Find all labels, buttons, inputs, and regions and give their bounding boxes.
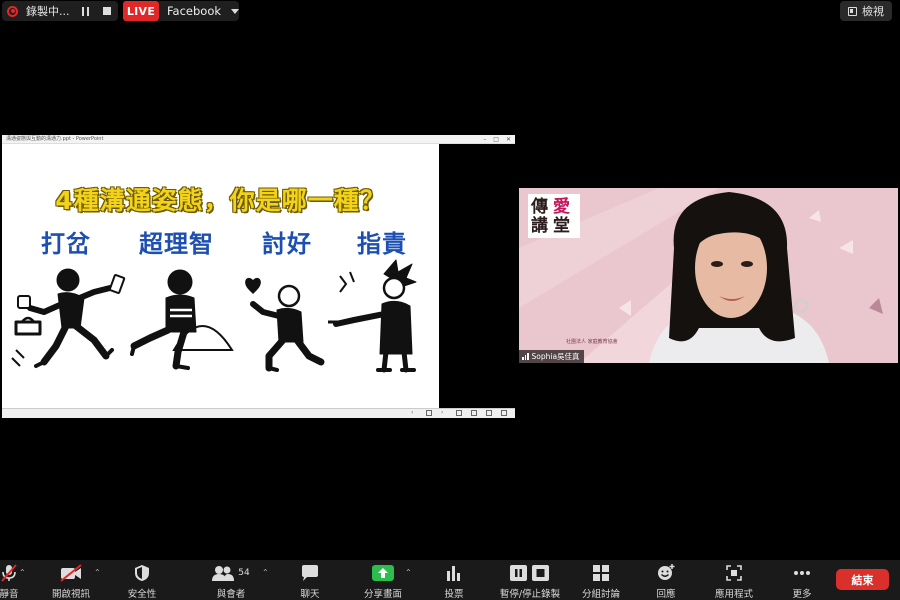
reading-view-icon — [486, 410, 492, 416]
share-screen-button[interactable]: 分享畫面 — [358, 560, 408, 600]
close-icon: ✕ — [505, 136, 511, 143]
mute-button[interactable]: 靜音 — [0, 560, 28, 600]
poll-icon — [446, 563, 462, 583]
style-label-interrupting: 打岔 — [41, 230, 91, 258]
participant-name-tag: Sophia吳佳真 — [519, 350, 584, 363]
slideshow-icon — [501, 410, 507, 416]
share-options-caret-icon[interactable]: ⌃ — [405, 568, 412, 577]
minimize-icon: – — [483, 136, 487, 143]
sorter-view-icon — [471, 410, 477, 416]
polls-button[interactable]: 投票 — [436, 560, 472, 600]
shared-screen: 溝通姿態與互動的溝通力.ppt - PowerPoint – □ ✕ 4種溝通姿… — [2, 135, 515, 418]
more-button[interactable]: 更多 — [784, 560, 820, 600]
pause-recording-icon[interactable] — [81, 6, 89, 16]
maximize-icon: □ — [493, 136, 499, 143]
shield-icon — [134, 563, 150, 583]
placating-figure-illustration — [245, 277, 325, 372]
live-badge: LIVE — [123, 1, 159, 21]
blaming-figure-illustration — [328, 259, 417, 373]
security-button[interactable]: 安全性 — [118, 560, 166, 600]
breakout-rooms-button[interactable]: 分組討論 — [576, 560, 626, 600]
video-options-caret-icon[interactable]: ⌃ — [94, 568, 101, 577]
chevron-down-icon — [231, 8, 240, 14]
chat-button[interactable]: 聊天 — [290, 560, 330, 600]
stream-target-label: Facebook — [167, 4, 222, 18]
distracting-figure-illustration — [11, 268, 126, 368]
reactions-button[interactable]: 回應 — [648, 560, 684, 600]
participant-name: Sophia吳佳真 — [531, 352, 580, 361]
powerpoint-titlebar: 溝通姿態與互動的溝通力.ppt - PowerPoint – □ ✕ — [2, 135, 515, 144]
svg-text:社團法人 家庭教育協會: 社團法人 家庭教育協會 — [566, 338, 618, 345]
stream-target-dropdown[interactable]: Facebook — [159, 1, 240, 21]
view-layout-icon — [848, 6, 857, 16]
participant-video-tile[interactable]: 社團法人 家庭教育協會 傳 愛 講 堂 Sophia吳佳真 — [519, 188, 898, 363]
slide-title: 4種溝通姿態，你是哪一種？ — [55, 186, 386, 215]
style-label-super-reasonable: 超理智 — [139, 230, 214, 258]
participants-options-caret-icon[interactable]: ⌃ — [262, 568, 269, 577]
participants-button[interactable]: 54 與會者 — [204, 560, 258, 600]
window-controls: – □ ✕ — [483, 135, 511, 144]
stop-recording-icon[interactable] — [102, 7, 111, 15]
recording-label: 錄製中... — [26, 5, 70, 18]
view-button-label: 檢視 — [862, 5, 884, 18]
share-screen-icon — [372, 563, 394, 583]
slide-view-icon — [426, 410, 432, 416]
pause-stop-recording-button[interactable]: 暫停/停止錄製 — [492, 560, 568, 600]
start-video-button[interactable]: 開啟視訊 — [45, 560, 97, 600]
end-meeting-button[interactable]: 結束 — [836, 569, 889, 590]
channel-logo: 傳 愛 講 堂 — [528, 194, 580, 238]
presentation-slide: 4種溝通姿態，你是哪一種？ 打岔 超理智 討好 指責 — [2, 144, 439, 408]
record-icon — [7, 5, 18, 17]
window-title: 溝通姿態與互動的溝通力.ppt - PowerPoint — [6, 136, 104, 142]
view-button[interactable]: 檢視 — [840, 1, 892, 21]
audio-options-caret-icon[interactable]: ⌃ — [19, 568, 26, 577]
meeting-toolbar: 靜音 ⌃ 開啟視訊 ⌃ 安全性 54 與會者 ⌃ 聊天 分享畫面 ⌃ 投票 暫停… — [0, 560, 900, 600]
next-slide-icon: › — [441, 409, 444, 416]
breakout-icon — [593, 563, 609, 583]
pause-stop-icon — [510, 563, 550, 583]
previous-slide-icon: ‹ — [411, 409, 414, 416]
recording-indicator: 錄製中... — [2, 1, 118, 21]
style-label-placating: 討好 — [262, 230, 312, 258]
participant-count: 54 — [238, 568, 250, 578]
powerpoint-statusbar: ‹ › — [2, 408, 515, 418]
mic-icon — [1, 563, 17, 583]
reaction-icon — [657, 563, 675, 583]
normal-view-icon — [456, 410, 462, 416]
super-reasonable-figure-illustration — [130, 269, 234, 370]
chat-icon — [301, 563, 319, 583]
more-icon — [793, 563, 811, 583]
participants-icon — [212, 566, 235, 581]
signal-strength-icon — [522, 353, 529, 360]
apps-icon — [726, 563, 742, 583]
presenter-side-panel — [439, 144, 515, 408]
apps-button[interactable]: 應用程式 — [708, 560, 760, 600]
video-off-icon — [59, 563, 83, 583]
